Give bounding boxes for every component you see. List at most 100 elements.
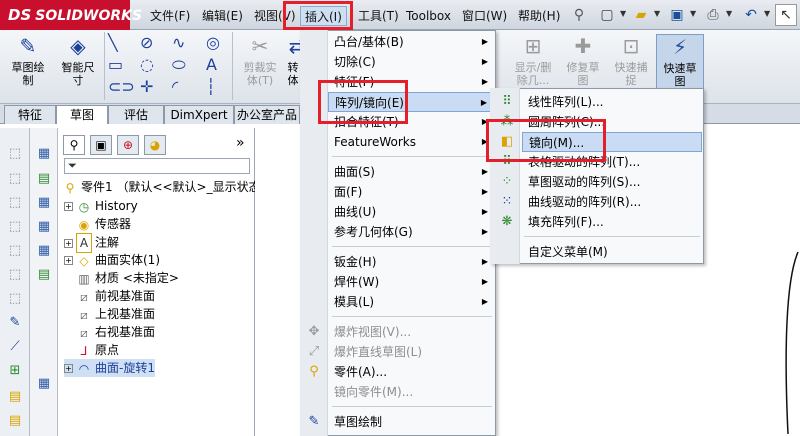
menu-item-mirror-part[interactable]: 镜向零件(M)...	[328, 382, 494, 402]
menu-item-explode-line-sketch[interactable]: 爆炸直线草图(L)	[328, 342, 494, 362]
featuremanager-tab-icon[interactable]: ⚲	[63, 135, 85, 155]
expand-icon[interactable]: +	[64, 256, 73, 265]
solidworks-logo: DS SOLIDWORKS	[0, 0, 142, 30]
grid-icon[interactable]: ▦	[35, 375, 53, 393]
tree-item-material[interactable]: ▥ 材质 <未指定>	[64, 269, 179, 287]
undo-dropdown-icon[interactable]: ▼	[764, 9, 770, 18]
cube-view-icon[interactable]: ⬚	[6, 218, 24, 236]
annotation-icon: A	[76, 233, 92, 253]
grid-icon[interactable]: ▦	[35, 194, 53, 212]
submenu-item-customize-menu[interactable]: 自定义菜单(M)	[522, 242, 702, 262]
submenu-item-curve-driven-pattern[interactable]: 曲线驱动的阵列(R)...	[522, 192, 702, 212]
display-tab-icon[interactable]: ◕	[144, 135, 166, 155]
cube-view-icon[interactable]: ⬚	[6, 194, 24, 212]
menu-item-cut[interactable]: 切除(C) ▶	[328, 52, 494, 72]
rectangle-icon[interactable]: ▭	[108, 56, 123, 74]
menu-help[interactable]: 帮助(H)	[514, 6, 564, 26]
new-document-icon[interactable]: ▢	[596, 4, 618, 26]
menu-item-reference-geometry[interactable]: 参考几何体(G) ▶	[328, 222, 494, 242]
smart-dimension-button[interactable]: ◈ 智能尺 寸	[54, 34, 102, 100]
cube-view-icon[interactable]: ⬚	[6, 242, 24, 260]
fillet-icon[interactable]: ◜	[172, 78, 178, 96]
tab-office-products[interactable]: 办公室产品	[234, 105, 300, 124]
menu-window[interactable]: 窗口(W)	[458, 6, 511, 26]
expand-icon[interactable]: +	[64, 364, 73, 373]
tab-dimxpert[interactable]: DimXpert	[164, 105, 234, 124]
menu-item-exploded-view[interactable]: 爆炸视图(V)...	[328, 322, 494, 342]
ellipse-icon[interactable]: ⬭	[172, 56, 186, 74]
menu-edit[interactable]: 编辑(E)	[198, 6, 247, 26]
menu-item-boss-base[interactable]: 凸台/基体(B) ▶	[328, 32, 494, 52]
pin-icon[interactable]: ⚲	[568, 4, 590, 26]
submenu-item-fill-pattern[interactable]: 填充阵列(F)...	[522, 212, 702, 232]
tree-item-history[interactable]: + ◷ History	[64, 197, 138, 215]
expand-icon[interactable]: +	[64, 238, 73, 248]
cube-view-icon[interactable]: ⬚	[6, 145, 24, 163]
menu-item-curve[interactable]: 曲线(U) ▶	[328, 202, 494, 222]
new-dropdown-icon[interactable]: ▼	[620, 9, 626, 18]
table-icon[interactable]: ▤	[35, 170, 53, 188]
tree-item-sensors[interactable]: ◉ 传感器	[64, 215, 131, 233]
open-folder-icon[interactable]: ▰	[630, 4, 652, 26]
propertymanager-tab-icon[interactable]: ▣	[90, 135, 112, 155]
grid-icon[interactable]: ▦	[35, 242, 53, 260]
open-dropdown-icon[interactable]: ▼	[654, 9, 660, 18]
sketch-button[interactable]: ✎ 草图绘 制	[4, 34, 52, 100]
menu-item-weldments[interactable]: 焊件(W) ▶	[328, 272, 494, 292]
submenu-item-sketch-driven-pattern[interactable]: 草图驱动的阵列(S)...	[522, 172, 702, 192]
cube-view-icon[interactable]: ⬚	[6, 170, 24, 188]
tab-features[interactable]: 特征	[4, 105, 56, 124]
point-icon[interactable]: ✛	[140, 78, 153, 96]
menu-tools[interactable]: 工具(T)	[354, 6, 403, 26]
tree-item-annotations[interactable]: + A 注解	[64, 233, 119, 253]
menu-file[interactable]: 文件(F)	[146, 6, 194, 26]
tree-item-surface-bodies[interactable]: + ◇ 曲面实体(1)	[64, 251, 160, 269]
configuration-tab-icon[interactable]: ⊕	[117, 135, 139, 155]
menu-item-molds[interactable]: 模具(L) ▶	[328, 292, 494, 312]
tree-filter-input[interactable]: ⏷	[64, 158, 250, 174]
cube-view-icon[interactable]: ⬚	[6, 290, 24, 308]
tree-item-right-plane[interactable]: ⧄ 右视基准面	[64, 323, 155, 341]
smart-line-icon[interactable]: ◎	[206, 34, 220, 52]
circle-icon[interactable]: ⊘	[140, 34, 153, 52]
slot-icon[interactable]: ⊂⊃	[108, 78, 135, 96]
relation-tool-icon[interactable]: ⊞	[6, 362, 24, 380]
sketch-tool-icon[interactable]: ✎	[6, 314, 24, 332]
line-icon[interactable]: ╲	[108, 34, 118, 52]
tree-item-surface-revolve[interactable]: + ◠ 曲面-旋转1	[64, 359, 155, 377]
menu-item-sketch[interactable]: 草图绘制	[328, 412, 494, 432]
undo-icon[interactable]: ↶	[740, 4, 762, 26]
tree-item-origin[interactable]: ⅃ 原点	[64, 341, 119, 359]
centerline-icon[interactable]: ┆	[206, 78, 216, 96]
tab-sketch[interactable]: 草图	[56, 105, 108, 124]
arc-icon[interactable]: ◌	[140, 56, 154, 74]
grid-icon[interactable]: ▦	[35, 145, 53, 163]
tree-root[interactable]: ⚲ 零件1 （默认<<默认>_显示状态	[62, 178, 261, 196]
cube-view-icon[interactable]: ⬚	[6, 266, 24, 284]
trim-entities-button[interactable]: ✂ 剪裁实 体(T)	[236, 34, 284, 100]
spline-icon[interactable]: ∿	[172, 34, 185, 52]
save-dropdown-icon[interactable]: ▼	[690, 9, 696, 18]
tree-item-top-plane[interactable]: ⧄ 上视基准面	[64, 305, 155, 323]
menu-item-face[interactable]: 面(F) ▶	[328, 182, 494, 202]
print-dropdown-icon[interactable]: ▼	[726, 9, 732, 18]
menu-item-sheet-metal[interactable]: 钣金(H) ▶	[328, 252, 494, 272]
text-icon[interactable]: A	[206, 56, 217, 74]
grid-icon[interactable]: ▦	[35, 218, 53, 236]
tree-item-front-plane[interactable]: ⧄ 前视基准面	[64, 287, 155, 305]
print-icon[interactable]: ⎙	[702, 4, 724, 26]
menu-item-part[interactable]: 零件(A)...	[328, 362, 494, 382]
tab-evaluate[interactable]: 评估	[108, 105, 164, 124]
layer-tool-icon[interactable]: ▤	[6, 388, 24, 406]
select-cursor-icon[interactable]: ↖	[775, 4, 797, 26]
table-check-icon[interactable]: ▤	[35, 266, 53, 284]
layer-tool-icon[interactable]: ▤	[6, 412, 24, 430]
submenu-item-linear-pattern[interactable]: 线性阵列(L)...	[522, 92, 702, 112]
menu-item-featureworks[interactable]: FeatureWorks ▶	[328, 132, 494, 152]
line-tool-icon[interactable]: ⟋	[6, 338, 24, 356]
save-icon[interactable]: ▣	[666, 4, 688, 26]
menu-item-surface[interactable]: 曲面(S) ▶	[328, 162, 494, 182]
expand-panel-icon[interactable]: »	[236, 135, 245, 151]
menu-toolbox[interactable]: Toolbox	[402, 6, 455, 26]
expand-icon[interactable]: +	[64, 202, 73, 211]
